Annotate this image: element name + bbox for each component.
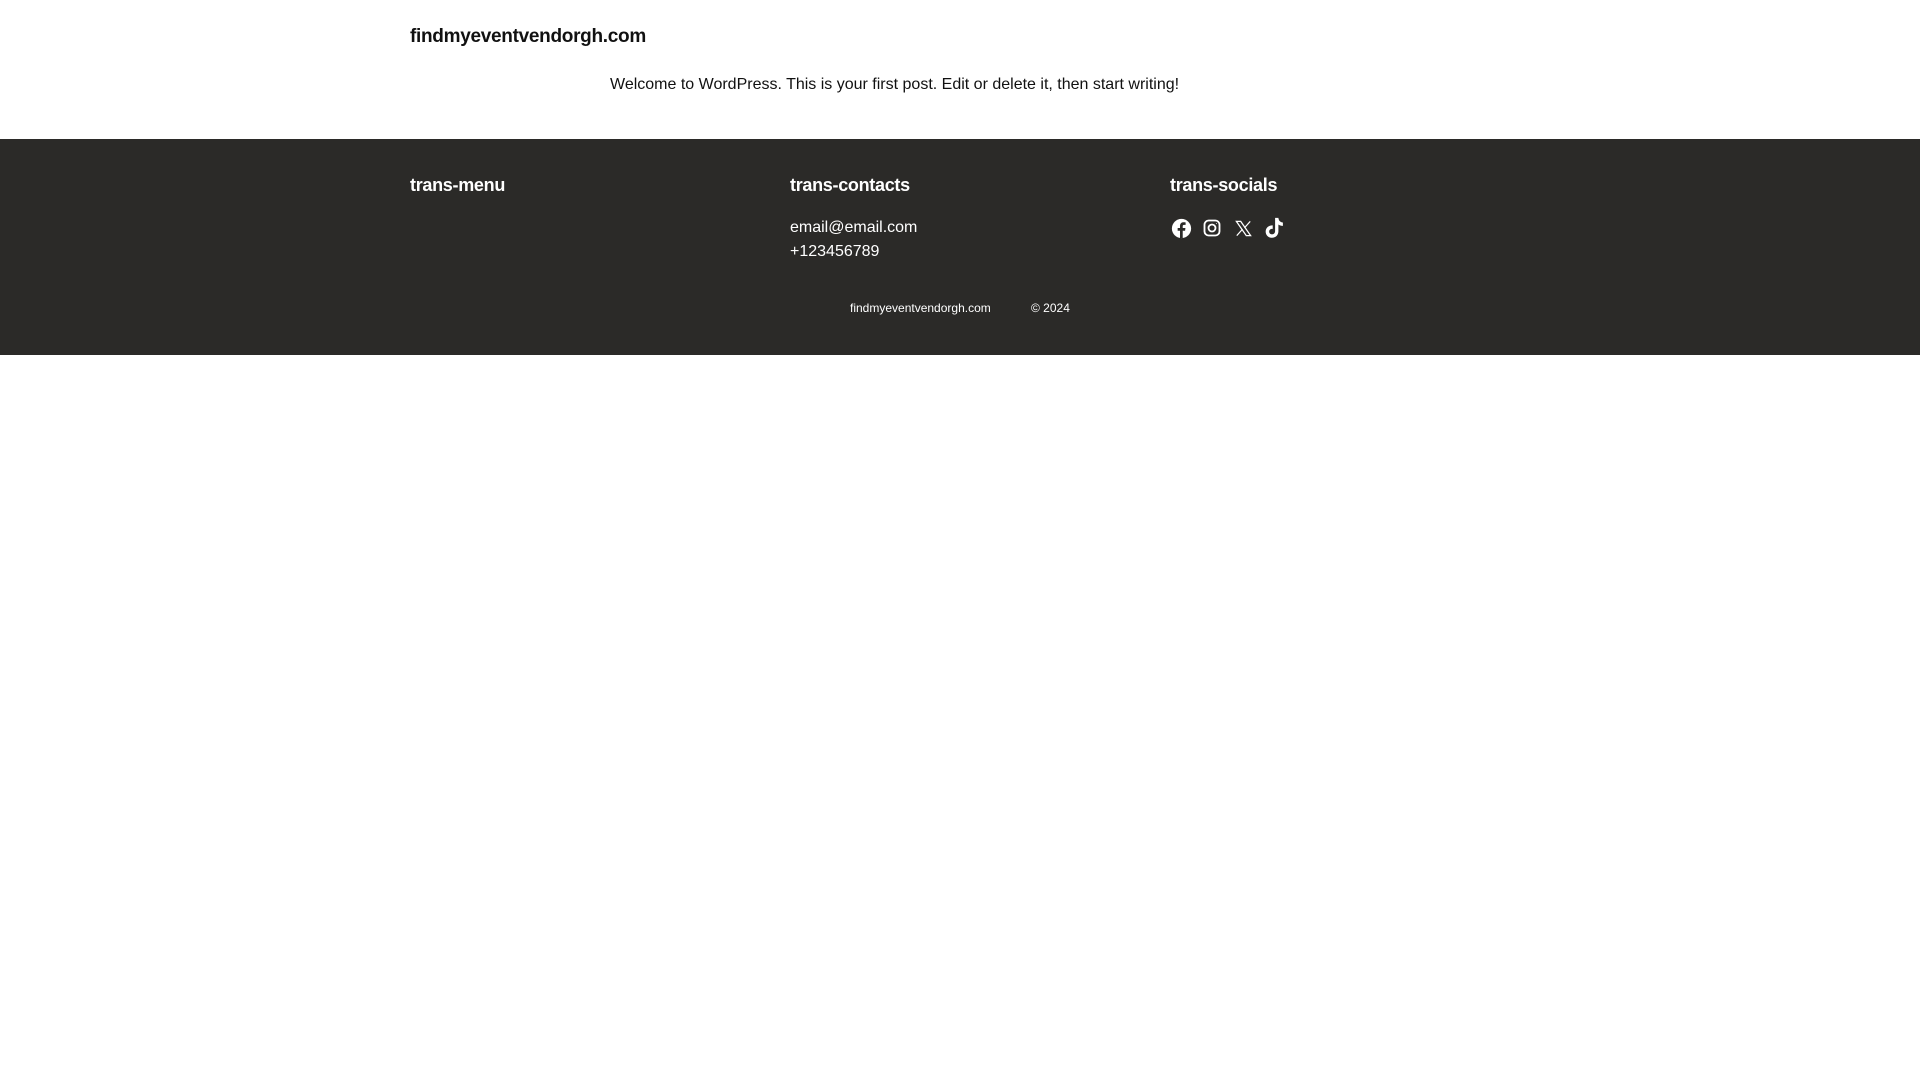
footer-menu-title: trans-menu bbox=[410, 175, 506, 195]
copyright-site-link[interactable]: findmyeventvendorgh.com bbox=[850, 301, 991, 315]
post-excerpt: Welcome to WordPress. This is your first… bbox=[610, 76, 1180, 93]
footer-socials-title: trans-socials bbox=[1170, 175, 1278, 195]
contact-phone-link[interactable]: +123456789 bbox=[790, 243, 879, 261]
social-links bbox=[1170, 217, 1285, 239]
site-header: findmyeventvendorgh.com Welcome to WordP… bbox=[0, 0, 1920, 139]
x-icon[interactable] bbox=[1232, 217, 1254, 239]
tiktok-icon[interactable] bbox=[1263, 217, 1285, 239]
site-title-link[interactable]: findmyeventvendorgh.com bbox=[410, 26, 646, 48]
footer-contacts-title: trans-contacts bbox=[790, 175, 910, 195]
site-footer: trans-menu trans-contacts email@email.co… bbox=[0, 139, 1920, 355]
copyright-year: © 2024 bbox=[1031, 301, 1070, 315]
contact-email-link[interactable]: email@email.com bbox=[790, 219, 917, 237]
instagram-icon[interactable] bbox=[1201, 217, 1223, 239]
facebook-icon[interactable] bbox=[1170, 217, 1192, 239]
